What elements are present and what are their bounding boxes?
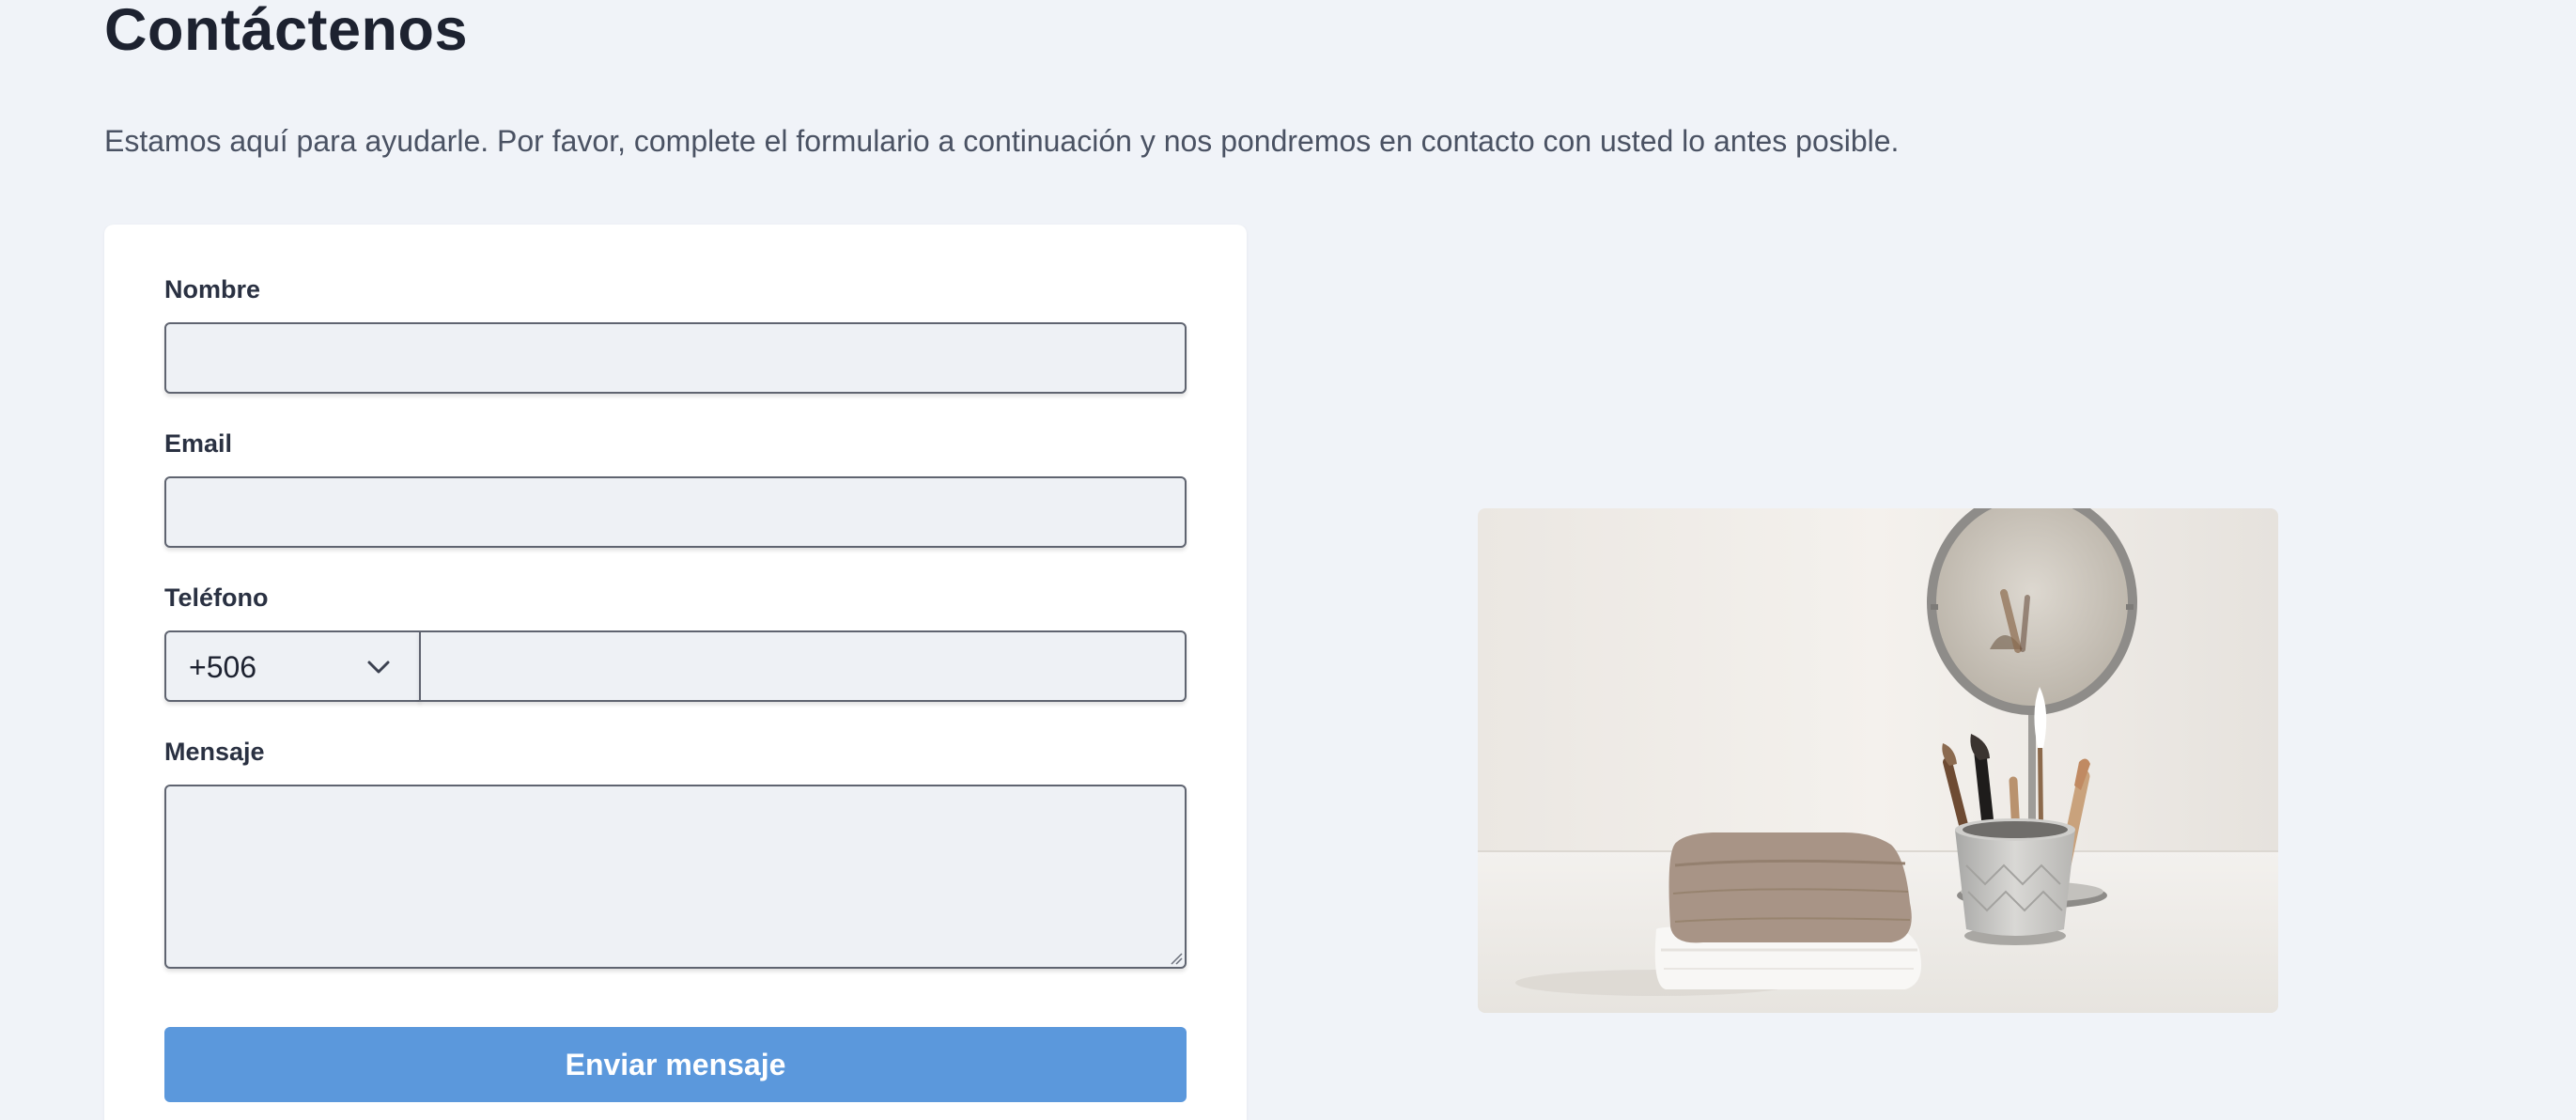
submit-button[interactable]: Enviar mensaje: [164, 1027, 1187, 1102]
name-input[interactable]: [164, 322, 1187, 394]
name-label: Nombre: [164, 275, 261, 303]
chevron-down-icon: [365, 653, 393, 681]
phone-number-input[interactable]: [419, 630, 1187, 702]
message-textarea[interactable]: [164, 785, 1187, 969]
contact-form: Nombre Email Teléfono +506 Mensaje Envia…: [104, 225, 1247, 1120]
phone-label: Teléfono: [164, 583, 269, 612]
bathroom-photo: [1478, 508, 2278, 1013]
phone-field-group: +506: [164, 630, 1187, 702]
email-label: Email: [164, 429, 233, 458]
contact-page: Contáctenos Estamos aquí para ayudarle. …: [0, 0, 2576, 1120]
resize-grip-icon[interactable]: [1170, 952, 1183, 965]
page-title: Contáctenos: [104, 0, 469, 63]
country-code-value: +506: [189, 650, 257, 684]
message-label: Mensaje: [164, 738, 265, 766]
country-code-select[interactable]: +506: [164, 630, 421, 702]
page-subtitle: Estamos aquí para ayudarle. Por favor, c…: [104, 124, 1900, 158]
email-input[interactable]: [164, 476, 1187, 548]
